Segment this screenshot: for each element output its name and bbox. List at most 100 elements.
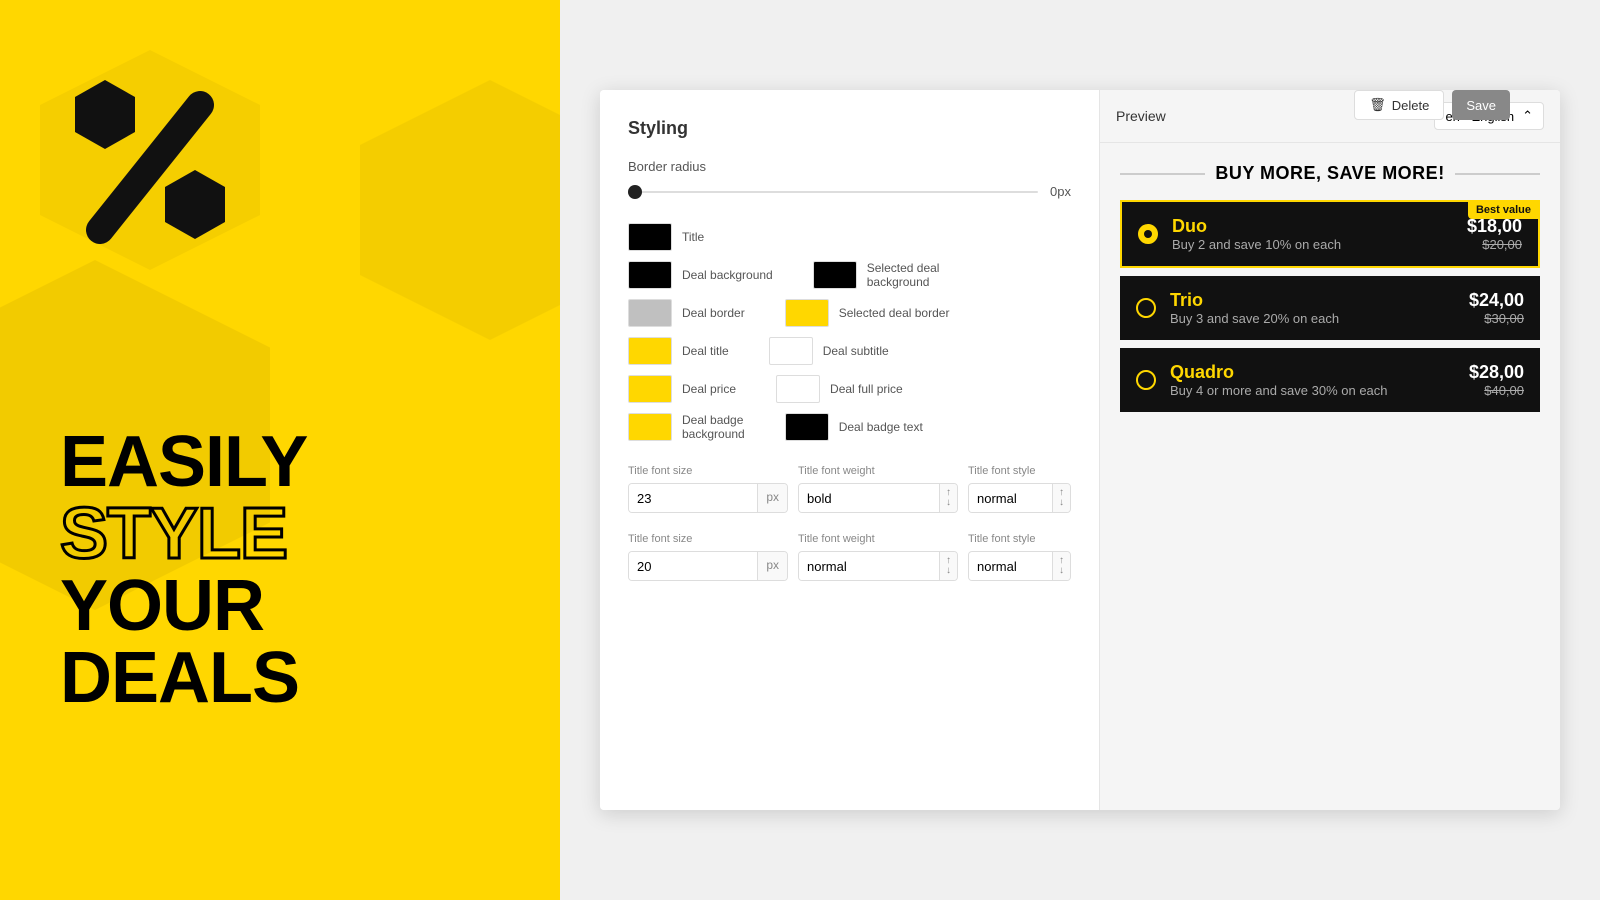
- deal-pricing-quadro: $28,00 $40,00: [1469, 362, 1524, 398]
- font-row-1-controls: px bold normal lighter bolder ↑↓: [628, 483, 1071, 513]
- color-swatch-selected-deal-bg[interactable]: [813, 261, 857, 289]
- font-size-2-input-group: px: [628, 551, 788, 581]
- deal-radio-trio[interactable]: [1136, 298, 1156, 318]
- font-size-2-label: Title font size: [628, 533, 788, 545]
- color-swatch-deal-title[interactable]: [628, 337, 672, 365]
- color-swatch-deal-bg[interactable]: [628, 261, 672, 289]
- border-radius-slider-container: 0px: [628, 184, 1071, 199]
- color-item-deal-border: Deal border: [628, 299, 745, 327]
- deal-card-quadro[interactable]: Quadro Buy 4 or more and save 30% on eac…: [1120, 348, 1540, 412]
- color-swatch-title[interactable]: [628, 223, 672, 251]
- font-row-1-labels: Title font size Title font weight Title …: [628, 465, 1071, 477]
- deal-price-trio: $24,00: [1469, 290, 1524, 311]
- promo-hex-icon: [40, 50, 260, 290]
- deal-subtitle-trio: Buy 3 and save 20% on each: [1170, 311, 1469, 326]
- color-label-selected-deal-border: Selected deal border: [839, 306, 950, 320]
- deal-name-trio: Trio: [1170, 290, 1469, 311]
- font-weight-1-label: Title font weight: [798, 465, 958, 477]
- color-label-deal-title: Deal title: [682, 344, 729, 358]
- deal-info-trio: Trio Buy 3 and save 20% on each: [1170, 290, 1469, 326]
- deal-subtitle-quadro: Buy 4 or more and save 30% on each: [1170, 383, 1469, 398]
- color-swatch-deal-subtitle[interactable]: [769, 337, 813, 365]
- color-item-deal-title: Deal title: [628, 337, 729, 365]
- page-wrapper: EASILY STYLE YOUR DEALS 🗑 Delete Save St…: [0, 0, 1600, 900]
- color-swatch-selected-deal-border[interactable]: [785, 299, 829, 327]
- font-size-2-suffix: px: [757, 552, 787, 580]
- preview-panel: Preview en - English ⌃ BUY MORE, SAVE MO…: [1100, 90, 1560, 810]
- font-row-2-controls: px normal bold lighter bolder ↑↓: [628, 551, 1071, 581]
- color-label-deal-full-price: Deal full price: [830, 382, 903, 396]
- action-buttons: 🗑 Delete Save: [1354, 90, 1510, 120]
- font-style-1-label: Title font style: [968, 465, 1071, 477]
- color-swatch-deal-price[interactable]: [628, 375, 672, 403]
- delete-label: Delete: [1392, 98, 1430, 113]
- color-label-badge-text: Deal badge text: [839, 420, 923, 434]
- panel-title: Styling: [628, 118, 1071, 139]
- font-style-2-label: Title font style: [968, 533, 1071, 545]
- deal-card-trio[interactable]: Trio Buy 3 and save 20% on each $24,00 $…: [1120, 276, 1540, 340]
- trash-icon: 🗑: [1369, 97, 1386, 113]
- deal-info-duo: Duo Buy 2 and save 10% on each: [1172, 216, 1467, 252]
- promo-line-2: STYLE: [60, 498, 560, 570]
- border-radius-track[interactable]: [628, 191, 1038, 193]
- font-section-1: Title font size Title font weight Title …: [628, 465, 1071, 513]
- font-style-2-select-group: normal italic oblique ↑↓: [968, 551, 1071, 581]
- color-label-deal-border: Deal border: [682, 306, 745, 320]
- promo-line-3: YOUR: [60, 570, 560, 642]
- deal-radio-quadro[interactable]: [1136, 370, 1156, 390]
- color-label-deal-bg: Deal background: [682, 268, 773, 282]
- color-swatch-badge-bg[interactable]: [628, 413, 672, 441]
- color-label-badge-bg: Deal badgebackground: [682, 413, 745, 441]
- preview-label: Preview: [1116, 108, 1166, 124]
- promo-line-1: EASILY: [60, 426, 560, 498]
- font-section-2: Title font size Title font weight Title …: [628, 533, 1071, 581]
- promo-line-4: DEALS: [60, 642, 560, 714]
- editor-container: Styling Border radius 0px Title: [600, 90, 1560, 810]
- font-style-1-arrows: ↑↓: [1052, 484, 1070, 512]
- save-button[interactable]: Save: [1452, 90, 1510, 120]
- color-item-badge-text: Deal badge text: [785, 413, 923, 441]
- font-weight-2-label: Title font weight: [798, 533, 958, 545]
- color-swatch-deal-border[interactable]: [628, 299, 672, 327]
- font-style-1-select[interactable]: normal italic oblique: [969, 485, 1052, 512]
- border-radius-thumb[interactable]: [628, 185, 642, 199]
- delete-button[interactable]: 🗑 Delete: [1354, 90, 1444, 120]
- color-label-deal-price: Deal price: [682, 382, 736, 396]
- deal-price-duo: $18,00: [1467, 216, 1522, 237]
- deal-header-line-right: [1455, 173, 1540, 175]
- bg-hex-right: [360, 80, 560, 370]
- deal-info-quadro: Quadro Buy 4 or more and save 30% on eac…: [1170, 362, 1469, 398]
- deal-pricing-duo: $18,00 $20,00: [1467, 216, 1522, 252]
- color-item-selected-deal-border: Selected deal border: [785, 299, 950, 327]
- deal-subtitle-duo: Buy 2 and save 10% on each: [1172, 237, 1467, 252]
- font-size-1-input-group: px: [628, 483, 788, 513]
- color-item-selected-deal-bg: Selected dealbackground: [813, 261, 940, 289]
- font-weight-1-select[interactable]: bold normal lighter bolder: [799, 485, 939, 512]
- font-style-2-arrows: ↑↓: [1052, 552, 1070, 580]
- promo-text: EASILY STYLE YOUR DEALS: [60, 426, 560, 714]
- color-item-badge-bg: Deal badgebackground: [628, 413, 745, 441]
- color-item-deal-subtitle: Deal subtitle: [769, 337, 889, 365]
- deal-name-duo: Duo: [1172, 216, 1467, 237]
- color-label-selected-deal-bg: Selected dealbackground: [867, 261, 940, 289]
- color-label-deal-subtitle: Deal subtitle: [823, 344, 889, 358]
- color-item-deal-full-price: Deal full price: [776, 375, 903, 403]
- promo-section: EASILY STYLE YOUR DEALS: [0, 0, 560, 900]
- deal-title: BUY MORE, SAVE MORE!: [1215, 163, 1444, 184]
- deal-radio-duo[interactable]: [1138, 224, 1158, 244]
- deal-card-duo[interactable]: Best value Duo Buy 2 and save 10% on eac…: [1120, 200, 1540, 268]
- font-size-1-label: Title font size: [628, 465, 788, 477]
- font-style-2-select[interactable]: normal italic oblique: [969, 553, 1052, 580]
- color-item-deal-price: Deal price: [628, 375, 736, 403]
- color-swatch-badge-text[interactable]: [785, 413, 829, 441]
- font-weight-2-select[interactable]: normal bold lighter bolder: [799, 553, 939, 580]
- font-weight-2-arrows: ↑↓: [939, 552, 957, 580]
- font-size-1-input[interactable]: [629, 484, 757, 512]
- deal-name-quadro: Quadro: [1170, 362, 1469, 383]
- font-row-2-labels: Title font size Title font weight Title …: [628, 533, 1071, 545]
- border-radius-label: Border radius: [628, 159, 1071, 174]
- font-size-2-input[interactable]: [629, 552, 757, 580]
- deal-full-price-quadro: $40,00: [1469, 383, 1524, 398]
- styling-panel: Styling Border radius 0px Title: [600, 90, 1100, 810]
- color-swatch-deal-full-price[interactable]: [776, 375, 820, 403]
